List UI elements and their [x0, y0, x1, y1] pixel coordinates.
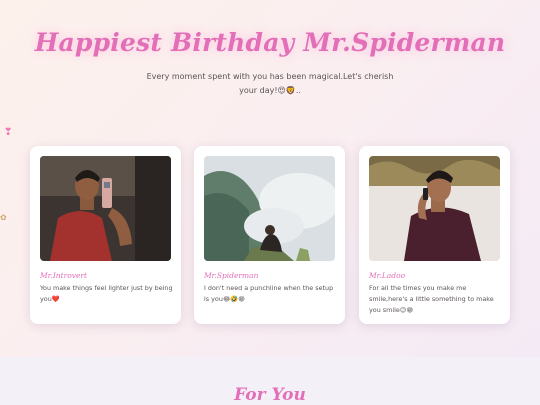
card-message: For all the times you make me smile,here… — [369, 284, 494, 314]
card-name: Mr.Introvert — [40, 271, 88, 280]
card-message: You make things feel lighter just by bei… — [40, 284, 173, 303]
page-title: Happiest Birthday Mr.Spiderman — [34, 28, 506, 57]
heart-decoration-icon: ❣ — [4, 127, 13, 138]
page-subtitle: Every moment spent with you has been mag… — [146, 72, 394, 95]
card-message: I don't need a punchline when the setup … — [204, 284, 334, 303]
photo-card-spiderman[interactable]: Mr.Spiderman I don't need a punchline wh… — [194, 146, 345, 324]
card-photo — [369, 156, 500, 261]
card-name: Mr.Ladoo — [369, 271, 406, 280]
section-title: For You — [234, 385, 306, 405]
photo-card-ladoo[interactable]: Mr.Ladoo For all the times you make me s… — [359, 146, 510, 324]
photo-card-introvert[interactable]: Mr.Introvert You make things feel lighte… — [30, 146, 181, 324]
flower-decoration-icon: ✿ — [0, 213, 7, 222]
card-photo — [40, 156, 171, 261]
card-name: Mr.Spiderman — [204, 271, 259, 280]
card-photo — [204, 156, 335, 261]
